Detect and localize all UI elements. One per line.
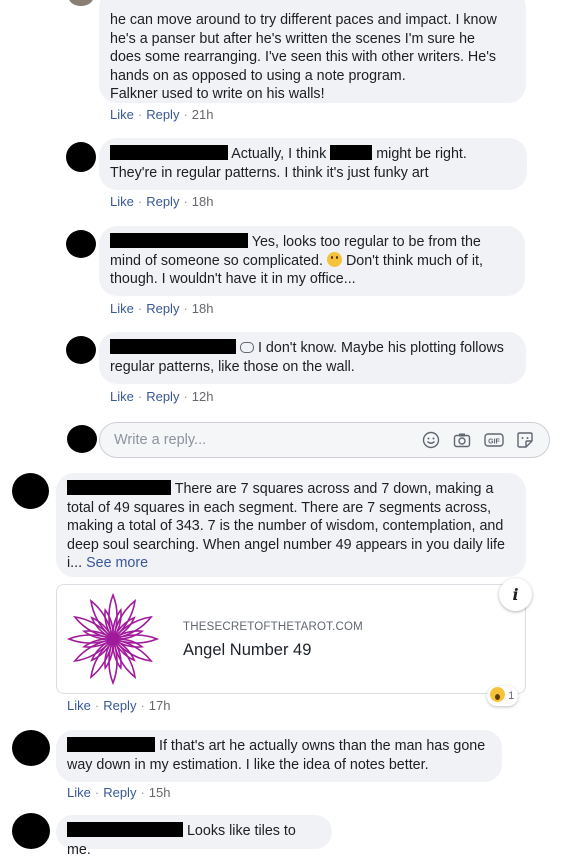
timestamp[interactable]: 18h bbox=[192, 194, 214, 209]
avatar[interactable] bbox=[66, 336, 96, 364]
timestamp[interactable]: 17h bbox=[149, 698, 171, 713]
redacted-author[interactable] bbox=[67, 737, 155, 752]
reply-link[interactable]: Reply bbox=[103, 785, 136, 800]
avatar[interactable] bbox=[12, 813, 50, 849]
comment-actions: Like · Reply · 18h bbox=[110, 194, 214, 209]
redacted-author[interactable] bbox=[110, 233, 248, 248]
link-domain: THESECRETOFTHETAROT.COM bbox=[183, 621, 363, 633]
redacted-author[interactable] bbox=[110, 145, 228, 160]
timestamp[interactable]: 15h bbox=[149, 785, 171, 800]
redacted-mention[interactable] bbox=[330, 145, 373, 160]
avatar[interactable] bbox=[12, 730, 50, 766]
comment-bubble: Looks like tiles to me. bbox=[56, 815, 332, 858]
link-title: Angel Number 49 bbox=[183, 641, 312, 659]
camera-icon[interactable] bbox=[453, 431, 471, 449]
svg-text:GIF: GIF bbox=[488, 438, 500, 445]
redacted-author[interactable] bbox=[67, 480, 171, 495]
comment-actions: Like · Reply · 12h bbox=[110, 389, 214, 404]
cut-off-actions: · · · bbox=[67, 853, 177, 858]
comment-bubble: Actually, I think might be right. They'r… bbox=[99, 138, 527, 190]
redacted-author[interactable] bbox=[67, 822, 183, 837]
reply-input[interactable]: Write a reply... GIF bbox=[99, 422, 550, 458]
reaction-count[interactable]: 1 bbox=[487, 686, 519, 706]
reply-link[interactable]: Reply bbox=[146, 301, 179, 316]
avatar[interactable] bbox=[68, 0, 94, 6]
wow-reaction-icon bbox=[490, 687, 505, 702]
comment-text: Actually, I think might be right. They'r… bbox=[110, 145, 467, 181]
comment-actions: Like · Reply · 17h bbox=[67, 698, 171, 713]
reply-link[interactable]: Reply bbox=[103, 698, 136, 713]
info-icon[interactable]: i bbox=[499, 578, 532, 611]
smile-emoji-icon bbox=[326, 251, 342, 267]
comment-actions: Like · Reply · 15h bbox=[67, 785, 171, 800]
timestamp[interactable]: 18h bbox=[192, 301, 214, 316]
like-link[interactable]: Like bbox=[110, 194, 134, 209]
like-link[interactable]: Like bbox=[110, 389, 134, 404]
lotus-logo-icon bbox=[66, 592, 160, 686]
comment-actions: Like · Reply · 21h bbox=[110, 107, 214, 122]
comment-text: he can move around to try different pace… bbox=[110, 12, 497, 102]
comment-bubble: If that's art he actually owns than the … bbox=[56, 730, 502, 782]
redacted-author[interactable] bbox=[110, 339, 236, 354]
reply-link[interactable]: Reply bbox=[146, 107, 179, 122]
emoji-icon[interactable] bbox=[422, 431, 440, 449]
like-link[interactable]: Like bbox=[67, 698, 91, 713]
link-preview-card[interactable]: THESECRETOFTHETAROT.COM Angel Number 49 bbox=[56, 584, 526, 694]
comment-bubble: Yes, looks too regular to be from the mi… bbox=[99, 226, 525, 296]
comment-bubble: he can move around to try different pace… bbox=[99, 0, 526, 103]
avatar[interactable] bbox=[66, 142, 96, 172]
sticker-icon[interactable] bbox=[516, 431, 534, 449]
like-link[interactable]: Like bbox=[110, 301, 134, 316]
comment-bubble: There are 7 squares across and 7 down, m… bbox=[56, 473, 526, 577]
reply-link[interactable]: Reply bbox=[146, 389, 179, 404]
gif-icon[interactable]: GIF bbox=[484, 431, 504, 449]
avatar[interactable] bbox=[12, 473, 49, 509]
timestamp[interactable]: 12h bbox=[192, 389, 214, 404]
user-avatar bbox=[67, 425, 97, 453]
like-link[interactable]: Like bbox=[110, 107, 134, 122]
comment-actions: Like · Reply · 18h bbox=[110, 301, 214, 316]
avatar[interactable] bbox=[66, 230, 96, 258]
like-link[interactable]: Like bbox=[67, 785, 91, 800]
comment-text: If that's art he actually owns than the … bbox=[67, 737, 486, 773]
comment-text: There are 7 squares across and 7 down, m… bbox=[67, 480, 505, 571]
reply-placeholder: Write a reply... bbox=[114, 432, 207, 448]
comment-text: I don't know. Maybe his plotting follows… bbox=[110, 339, 504, 375]
see-more-link[interactable]: See more bbox=[86, 555, 148, 571]
reply-link[interactable]: Reply bbox=[146, 194, 179, 209]
timestamp[interactable]: 21h bbox=[192, 107, 214, 122]
comment-text: Yes, looks too regular to be from the mi… bbox=[110, 233, 483, 287]
comment-bubble: I don't know. Maybe his plotting follows… bbox=[99, 332, 526, 384]
speech-bubble-icon bbox=[239, 342, 254, 353]
